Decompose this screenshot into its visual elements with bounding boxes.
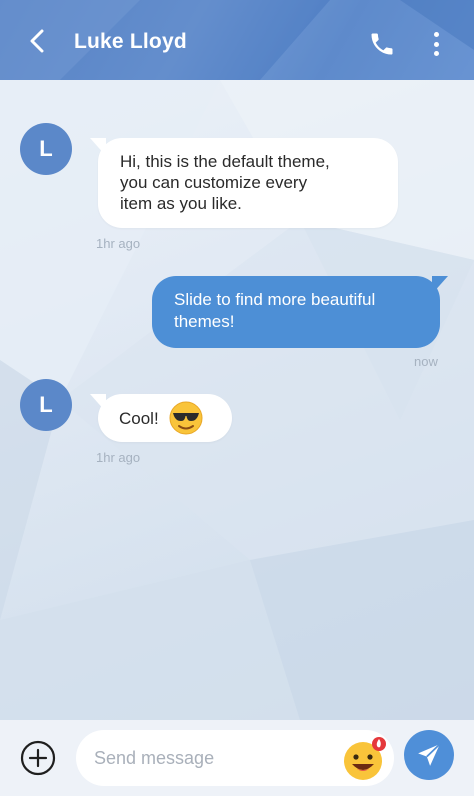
emoji-hot-icon (344, 737, 386, 780)
sunglasses-emoji-icon (169, 401, 203, 435)
send-button[interactable] (404, 730, 454, 780)
add-attachment-button[interactable] (20, 740, 56, 776)
outgoing-message-bubble[interactable]: Slide to find more beautiful themes! (152, 276, 448, 348)
incoming-message-bubble[interactable]: Cool! (90, 394, 232, 442)
plus-circle-icon (20, 740, 56, 776)
message-line: you can customize every (120, 173, 308, 192)
message-timestamp: now (414, 354, 438, 369)
send-icon (418, 743, 441, 766)
message-line: item as you like. (120, 194, 242, 213)
phone-icon (371, 33, 393, 55)
message-line: themes! (174, 312, 235, 331)
chevron-left-icon (30, 29, 44, 53)
avatar[interactable]: L (20, 379, 72, 431)
message-input-container (76, 730, 394, 786)
message-composer (0, 720, 474, 796)
message-list: L Hi, this is the default theme, you can… (0, 80, 474, 720)
call-button[interactable] (368, 30, 398, 60)
avatar[interactable]: L (20, 123, 72, 175)
message-timestamp: 1hr ago (96, 450, 141, 465)
incoming-message-bubble[interactable]: Hi, this is the default theme, you can c… (90, 138, 398, 228)
more-options-button[interactable] (424, 30, 448, 58)
back-button[interactable] (22, 26, 52, 56)
chat-header: Luke Lloyd (0, 0, 474, 80)
message-line: Slide to find more beautiful (174, 290, 376, 309)
message-text: Cool! (119, 408, 159, 428)
more-vertical-icon (433, 32, 439, 37)
emoji-button[interactable] (342, 736, 388, 782)
message-input[interactable] (94, 730, 334, 786)
message-timestamp: 1hr ago (96, 236, 141, 251)
message-line: Hi, this is the default theme, (120, 152, 330, 171)
contact-name: Luke Lloyd (74, 30, 187, 53)
